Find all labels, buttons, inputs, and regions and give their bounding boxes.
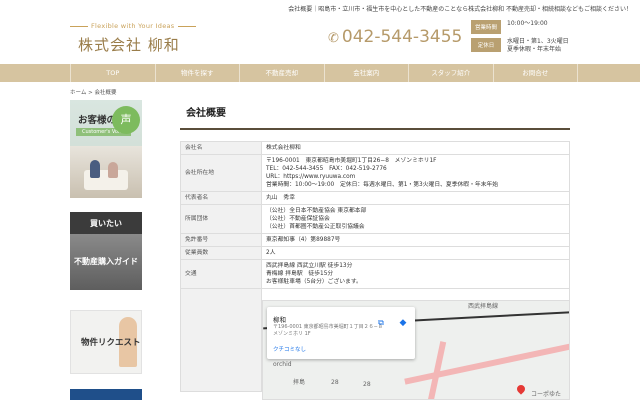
row-line: （公社）不動産保証協会 [266, 216, 330, 222]
voice-bubble-icon: 声 [112, 106, 140, 134]
customer-voice-banner[interactable]: お客様の Customer's Voice 声 [70, 100, 142, 198]
table-row: 従業員数 2人 [180, 246, 570, 260]
row-value: （公社）全日本不動産協会 東京都本部 （公社）不動産保証協会 （公社）首都圏不動… [261, 204, 570, 234]
row-line: 青梅線 拝島駅 徒歩15分 [266, 271, 334, 277]
row-value: 2人 [261, 246, 570, 260]
closed-value-line-2: 夏季休暇・年末年始 [507, 46, 562, 53]
row-line: 〒196-0001 東京都昭島市美堀町1丁目26−8 メゾンミホリ1F [266, 158, 437, 164]
map-label: 西武拝島線 [468, 303, 499, 310]
main-nav: TOP 物件を探す 不動産売却 会社案内 スタッフ紹介 お問合せ [0, 64, 640, 82]
phone-icon: ✆ [328, 31, 339, 46]
directions-icon[interactable]: ◆ [397, 317, 409, 329]
nav-search-property[interactable]: 物件を探す [154, 64, 240, 82]
row-label: 交通 [180, 259, 262, 289]
map-place-card: 柳和 〒196-0001 東京都昭島市美堀町１丁目２６−８ メゾンミホリ 1F … [267, 307, 415, 359]
road [404, 343, 569, 385]
row-value: 〒196-0001 東京都昭島市美堀町1丁目26−8 メゾンミホリ1F TEL：… [261, 154, 570, 192]
nav-top[interactable]: TOP [70, 64, 155, 82]
breadcrumb: ホーム > 会社概要 [70, 88, 116, 96]
page-title: 会社概要 [180, 100, 570, 130]
row-line: 2人 [266, 250, 276, 256]
table-row: 会社名 株式会社柳和 [180, 141, 570, 155]
map-label: 拝島 [293, 379, 306, 386]
company-logo[interactable]: 株式会社 柳和 [78, 34, 180, 55]
row-label: 免許番号 [180, 233, 262, 247]
nav-contact[interactable]: お問合せ [492, 64, 578, 82]
voice-title: お客様の [78, 115, 117, 126]
row-label: 従業員数 [180, 246, 262, 260]
map-label: コーポゆた [531, 391, 562, 398]
row-label: 所属団体 [180, 204, 262, 234]
map-label: 28 [331, 379, 339, 386]
top-description: 会社概要｜昭島市・立川市・福生市を中心とした不動産のことなら株式会社柳和 不動産… [288, 6, 632, 13]
table-row: 所属団体 （公社）全日本不動産協会 東京都本部 （公社）不動産保証協会 （公社）… [180, 204, 570, 234]
open-external-icon[interactable]: ⧉ [375, 317, 387, 329]
row-label-empty [180, 288, 262, 392]
row-value: 丸山 秀幸 [261, 191, 570, 205]
logo-tagline: Flexible with Your Ideas [70, 22, 196, 30]
phone-text: 042-544-3455 [341, 27, 463, 47]
phone-number[interactable]: ✆ 042-544-3455 [328, 27, 462, 47]
buy-guide-title: 不動産購入ガイド [74, 257, 138, 266]
row-line: 丸山 秀幸 [266, 195, 295, 201]
row-line: 営業時間：10:00〜19:00 定休日：毎週水曜日、第1・第3火曜日、夏季休暇… [266, 182, 499, 188]
business-hours: 営業時間 10:00〜19:00 定休日 水曜日・第1、3火曜日 夏季休暇・年末… [471, 20, 569, 58]
row-line: TEL：042-544-3455 FAX：042-519-2776 [266, 166, 387, 172]
map-pin-icon[interactable] [515, 383, 527, 395]
breadcrumb-current: 会社概要 [94, 90, 117, 96]
property-request-banner[interactable]: 物件リクエスト [70, 310, 142, 374]
person-figure [108, 162, 118, 178]
table-row: 会社所在地 〒196-0001 東京都昭島市美堀町1丁目26−8 メゾンミホリ1… [180, 154, 570, 192]
row-value: 西武拝島線 西武立川駅 徒歩13分 青梅線 拝島駅 徒歩15分 お客様駐車場（5… [261, 259, 570, 289]
hours-label: 営業時間 [471, 20, 501, 34]
row-value: 株式会社柳和 [261, 141, 570, 155]
buy-title: 買いたい [90, 219, 122, 228]
closed-value: 水曜日・第1、3火曜日 夏季休暇・年末年始 [507, 38, 569, 54]
row-label: 代表者名 [180, 191, 262, 205]
table-row: 交通 西武拝島線 西武立川駅 徒歩13分 青梅線 拝島駅 徒歩15分 お客様駐車… [180, 259, 570, 289]
hours-value: 10:00〜19:00 [507, 20, 548, 27]
row-line: お客様駐車場（5台分）ございます。 [266, 279, 362, 285]
breadcrumb-home[interactable]: ホーム [70, 90, 86, 96]
row-label: 会社所在地 [180, 154, 262, 192]
table-row: 代表者名 丸山 秀幸 [180, 191, 570, 205]
row-line: （公社）全日本不動産協会 東京都本部 [266, 208, 367, 214]
closed-value-line-1: 水曜日・第1、3火曜日 [507, 38, 569, 45]
sidebar-banner-next[interactable] [70, 389, 142, 400]
buy-guide-banner[interactable]: 買いたい 不動産購入ガイド [70, 212, 142, 290]
row-value: 東京都知事（4）第89887号 [261, 233, 570, 247]
nav-sell[interactable]: 不動産売却 [239, 64, 324, 82]
row-line[interactable]: URL：https://www.ryuuwa.com [266, 173, 565, 181]
nav-company[interactable]: 会社案内 [323, 64, 409, 82]
row-label: 会社名 [180, 141, 262, 155]
reviews-link[interactable]: クチコミなし [273, 345, 306, 353]
embedded-map[interactable]: orchid 拝島 28 28 西武拝島線 コーポゆた 柳和 〒196-0001… [262, 300, 570, 400]
closed-label: 定休日 [471, 38, 501, 52]
row-line: 東京都知事（4）第89887号 [266, 237, 341, 243]
table-row: 免許番号 東京都知事（4）第89887号 [180, 233, 570, 247]
place-name: 柳和 [273, 316, 286, 324]
person-figure [90, 160, 100, 178]
request-title: 物件リクエスト [81, 338, 141, 348]
place-address: 〒196-0001 東京都昭島市美堀町１丁目２６−８ メゾンミホリ 1F [273, 324, 383, 337]
row-line: 西武拝島線 西武立川駅 徒歩13分 [266, 263, 353, 269]
row-line: （公社）首都圏不動産公正取引協議会 [266, 224, 365, 230]
map-label: 28 [363, 381, 371, 388]
nav-staff[interactable]: スタッフ紹介 [408, 64, 493, 82]
map-label: orchid [273, 361, 292, 368]
row-line: 株式会社柳和 [266, 145, 301, 151]
